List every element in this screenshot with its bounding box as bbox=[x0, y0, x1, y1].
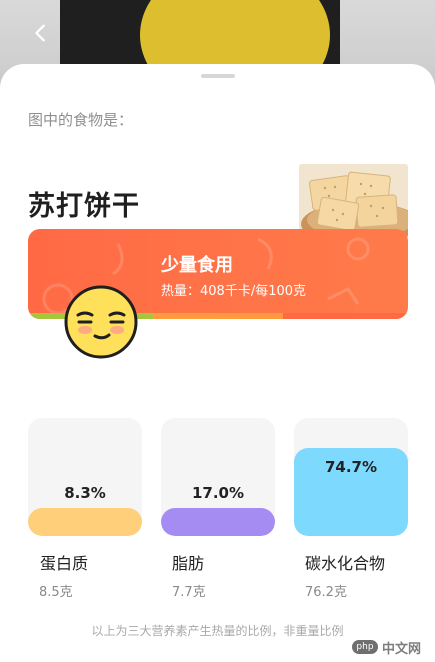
sheet-drag-handle[interactable] bbox=[201, 74, 235, 78]
macro-percent-fat: 17.0% bbox=[191, 484, 245, 502]
smirk-face-icon bbox=[63, 284, 139, 360]
macro-weight-carbs: 76.2克 bbox=[305, 585, 347, 600]
food-thumbnail[interactable] bbox=[299, 164, 408, 238]
advice-title: 少量食用 bbox=[161, 255, 233, 276]
macro-name-fat: 脂肪 bbox=[172, 554, 205, 573]
food-prompt-label: 图中的食物是： bbox=[28, 111, 134, 129]
macro-card-fat: 17.0% bbox=[161, 418, 275, 536]
macro-percent-carbs: 74.7% bbox=[324, 458, 378, 476]
macro-card-protein: 8.3% bbox=[28, 418, 142, 536]
macro-name-protein: 蛋白质 bbox=[40, 554, 89, 573]
level-bar-red bbox=[282, 313, 408, 319]
level-bar-orange bbox=[153, 313, 283, 319]
macro-weight-fat: 7.7克 bbox=[172, 585, 206, 600]
site-watermark: php 中文网 bbox=[352, 636, 432, 658]
macro-fill-protein bbox=[28, 508, 142, 536]
macro-percent-protein: 8.3% bbox=[64, 484, 106, 502]
calorie-info: 热量：408千卡/每100克 bbox=[161, 284, 307, 299]
php-logo: php bbox=[352, 640, 378, 654]
macro-fill-fat bbox=[161, 508, 275, 536]
chevron-left-icon bbox=[30, 22, 52, 48]
macro-weight-protein: 8.5克 bbox=[39, 585, 73, 600]
macro-name-carbs: 碳水化合物 bbox=[305, 554, 386, 573]
food-name: 苏打饼干 bbox=[28, 191, 140, 222]
macro-card-carbs: 74.7% bbox=[294, 418, 408, 536]
back-button[interactable] bbox=[26, 20, 56, 50]
watermark-text: 中文网 bbox=[382, 641, 422, 657]
